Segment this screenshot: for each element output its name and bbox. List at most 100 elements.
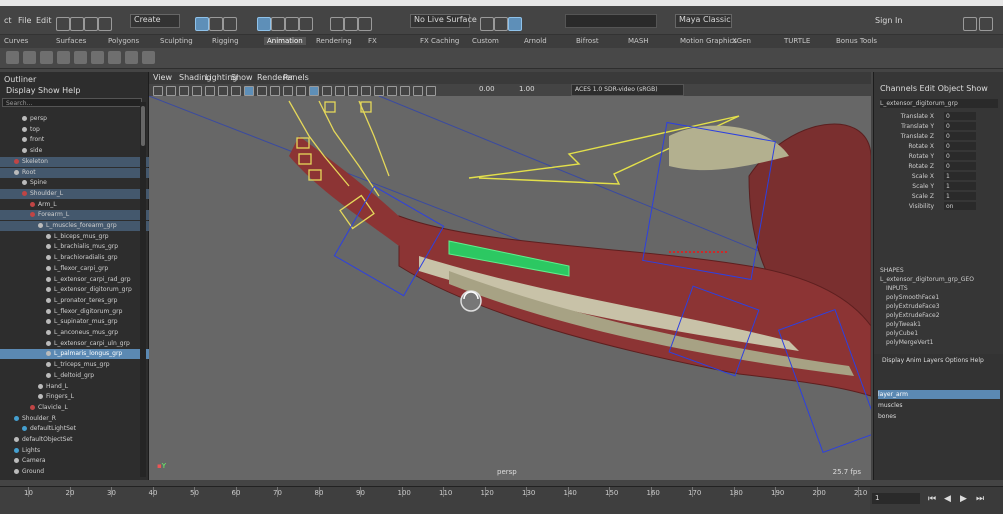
channel-attr-value[interactable]: 0 — [944, 112, 976, 120]
outliner-row[interactable]: Shoulder_R — [0, 414, 154, 424]
outliner-search-input[interactable]: Search... — [2, 98, 142, 107]
layer-row[interactable]: bones — [878, 412, 1000, 421]
shelf-tab-12[interactable]: MASH — [628, 37, 649, 45]
viewport-tool-icon[interactable] — [270, 86, 280, 96]
ipr-icon[interactable] — [358, 17, 372, 31]
shelf-tab-7[interactable]: FX — [368, 37, 377, 45]
settings-gear-icon[interactable] — [963, 17, 977, 31]
layout-icon[interactable] — [979, 17, 993, 31]
channel-attr-row[interactable]: Rotate X 0 — [904, 142, 994, 151]
paint-select-icon[interactable] — [223, 17, 237, 31]
shelf-tab-1[interactable]: Surfaces — [56, 37, 86, 45]
workspace-dropdown[interactable]: Maya Classic — [675, 14, 732, 28]
viewport-tool-icon[interactable] — [400, 86, 410, 96]
viewport-tool-icon[interactable] — [374, 86, 384, 96]
shelf-tool-icon[interactable] — [125, 51, 138, 64]
channel-attr-value[interactable]: 1 — [944, 182, 976, 190]
menu-item-edit[interactable]: Edit — [36, 16, 52, 25]
shelf-tab-10[interactable]: Arnold — [524, 37, 547, 45]
outliner-row[interactable]: Skeleton — [0, 156, 154, 167]
outliner-row[interactable]: persp — [0, 114, 162, 124]
viewport-tool-icon[interactable] — [387, 86, 397, 96]
current-frame-field[interactable]: 1 — [872, 493, 920, 504]
viewport-tool-icon[interactable] — [426, 86, 436, 96]
shelf-tab-0[interactable]: Curves — [4, 37, 28, 45]
viewport-tool-icon[interactable] — [244, 86, 254, 96]
shelf-tab-2[interactable]: Polygons — [108, 37, 139, 45]
shelf-tab-13[interactable]: Motion Graphics — [680, 37, 737, 45]
hik-icon[interactable] — [494, 17, 508, 31]
exposure-field[interactable]: 0.00 — [479, 85, 495, 93]
shelf-tab-15[interactable]: TURTLE — [784, 37, 810, 45]
viewport-3d[interactable]: ▪Y persp 25.7 fps — [149, 96, 871, 480]
shape-node-item[interactable]: polyExtrudeFace2 — [880, 311, 974, 320]
channel-attr-value[interactable]: 1 — [944, 192, 976, 200]
channel-attr-value[interactable]: 0 — [944, 142, 976, 150]
lasso-tool-icon[interactable] — [209, 17, 223, 31]
viewport-tool-icon[interactable] — [283, 86, 293, 96]
viewport-tool-icon[interactable] — [348, 86, 358, 96]
menu-item-file[interactable]: File — [18, 16, 31, 25]
channel-attr-value[interactable]: 0 — [944, 132, 976, 140]
viewport-tool-icon[interactable] — [166, 86, 176, 96]
channel-attr-value[interactable]: 1 — [944, 172, 976, 180]
command-line[interactable] — [565, 14, 657, 28]
shelf-tool-icon[interactable] — [91, 51, 104, 64]
layer-editor-menu[interactable]: Display Anim Layers Options Help — [882, 357, 984, 364]
viewport-tool-icon[interactable] — [309, 86, 319, 96]
step-back-icon[interactable]: ◀ — [944, 494, 951, 504]
layer-row[interactable]: layer_arm — [878, 390, 1000, 399]
shelf-tab-3[interactable]: Sculpting — [160, 37, 193, 45]
channel-attr-value[interactable]: on — [944, 202, 976, 210]
selection-mask-dropdown[interactable]: Create — [130, 14, 180, 28]
viewport-tool-icon[interactable] — [205, 86, 215, 96]
outliner-row[interactable]: top — [0, 125, 162, 135]
shelf-tab-5[interactable]: Animation — [264, 37, 306, 45]
outliner-row[interactable]: Camera — [0, 456, 154, 466]
live-surface-field[interactable]: No Live Surface — [410, 14, 477, 28]
channel-attr-value[interactable]: 0 — [944, 122, 976, 130]
outliner-row[interactable]: side — [0, 146, 162, 156]
menu-item-0[interactable]: ct — [4, 16, 12, 25]
shape-node-item[interactable]: polyExtrudeFace3 — [880, 302, 974, 311]
snap-plane-icon[interactable] — [299, 17, 313, 31]
modeling-toolkit-icon[interactable] — [480, 17, 494, 31]
channel-attr-row[interactable]: Translate Y 0 — [901, 122, 994, 131]
layer-row[interactable]: muscles — [878, 401, 1000, 410]
shape-node-item[interactable]: polyMergeVert1 — [880, 338, 974, 347]
sign-in-link[interactable]: Sign In — [875, 16, 902, 25]
shelf-tab-14[interactable]: XGen — [732, 37, 751, 45]
outliner-row[interactable]: Spine — [0, 178, 162, 188]
history-icon[interactable] — [330, 17, 344, 31]
outliner-row[interactable]: Ground — [0, 467, 154, 477]
colorspace-dropdown[interactable]: ACES 1.0 SDR-video (sRGB) — [571, 84, 684, 96]
channel-attr-row[interactable]: Rotate Z 0 — [904, 162, 994, 171]
shelf-tool-icon[interactable] — [57, 51, 70, 64]
channel-attr-value[interactable]: 0 — [944, 162, 976, 170]
shelf-tool-icon[interactable] — [6, 51, 19, 64]
time-slider[interactable]: 10 20 30 40 50 60 70 80 90 100 110 120 130 140 150 160 1… — [0, 486, 870, 514]
outliner-row[interactable]: Root — [0, 167, 154, 178]
snap-curve-icon[interactable] — [271, 17, 285, 31]
channel-attr-row[interactable]: Translate Z 0 — [901, 132, 994, 141]
shelf-tool-icon[interactable] — [74, 51, 87, 64]
viewport-tool-icon[interactable] — [179, 86, 189, 96]
viewport-tool-icon[interactable] — [335, 86, 345, 96]
outliner-scrollbar[interactable] — [140, 102, 146, 477]
shelf-tab-9[interactable]: Custom — [472, 37, 499, 45]
attribute-editor-icon[interactable] — [508, 17, 522, 31]
snap-grid-icon[interactable] — [257, 17, 271, 31]
render-icon[interactable] — [344, 17, 358, 31]
shelf-tab-16[interactable]: Bonus Tools — [836, 37, 877, 45]
new-scene-icon[interactable] — [56, 17, 70, 31]
shape-node-item[interactable]: polySmoothFace1 — [880, 293, 974, 302]
viewport-tool-icon[interactable] — [322, 86, 332, 96]
channel-attr-row[interactable]: Scale X 1 — [904, 172, 994, 181]
outliner-row[interactable]: Lights — [0, 446, 154, 456]
viewport-menu-panels[interactable]: Panels — [283, 73, 309, 82]
viewport-tool-icon[interactable] — [153, 86, 163, 96]
outliner-menu[interactable]: Display Show Help — [6, 86, 80, 95]
scrollbar-thumb[interactable] — [141, 106, 145, 146]
channel-attr-row[interactable]: Rotate Y 0 — [904, 152, 994, 161]
channel-box-menu[interactable]: Channels Edit Object Show — [880, 84, 988, 93]
